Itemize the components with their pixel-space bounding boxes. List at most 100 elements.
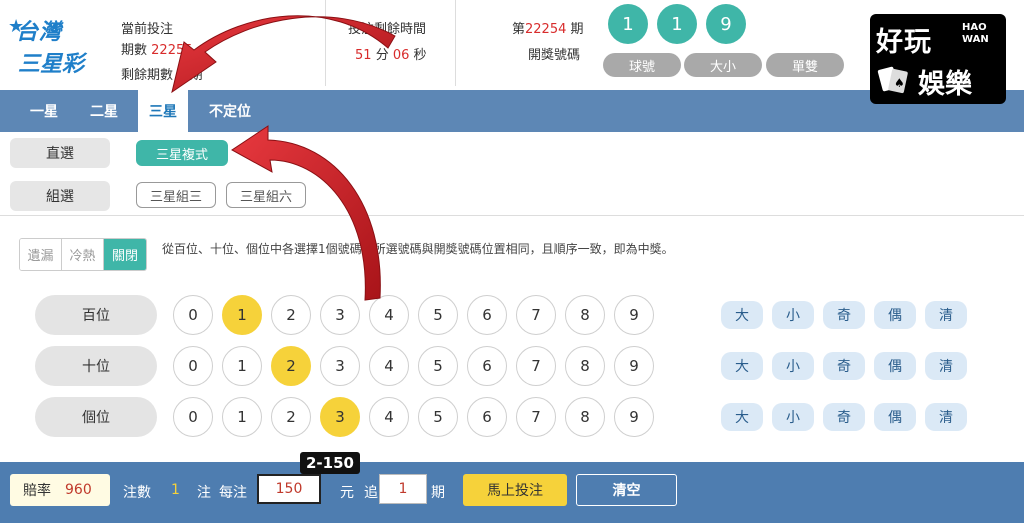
number-ball[interactable]: 7 bbox=[516, 295, 556, 335]
row-label[interactable]: 個位 bbox=[35, 397, 157, 437]
draw-ball: 1 bbox=[657, 4, 697, 44]
chase-periods-input[interactable] bbox=[379, 474, 427, 504]
quick-pick-button[interactable]: 偶 bbox=[874, 301, 916, 329]
remaining-value: 1 bbox=[177, 68, 186, 83]
tab-one-star[interactable]: 一星 bbox=[18, 90, 70, 132]
number-ball[interactable]: 1 bbox=[222, 295, 262, 335]
per-bet-amount-input[interactable] bbox=[257, 474, 321, 504]
number-ball[interactable]: 2 bbox=[271, 295, 311, 335]
quick-pick-button[interactable]: 小 bbox=[772, 301, 814, 329]
three-star-group-six-button[interactable]: 三星組六 bbox=[226, 182, 306, 208]
toggle-missing[interactable]: 遺漏 bbox=[20, 239, 62, 270]
number-ball[interactable]: 1 bbox=[222, 397, 262, 437]
currency-unit: 元 bbox=[340, 485, 354, 501]
logo-line-2: 三星彩 bbox=[18, 52, 85, 77]
draw-prefix: 第 bbox=[512, 22, 526, 37]
number-ball[interactable]: 6 bbox=[467, 346, 507, 386]
bet-bar: 賠率 960 注數 1 注 每注 元 追 期 馬上投注 清空 bbox=[0, 462, 1024, 523]
number-ball[interactable]: 6 bbox=[467, 295, 507, 335]
quick-pick-button[interactable]: 小 bbox=[772, 352, 814, 380]
number-ball[interactable]: 7 bbox=[516, 397, 556, 437]
bet-count-label: 注數 bbox=[123, 485, 151, 501]
playing-cards-icon: ♠ bbox=[877, 66, 908, 94]
draw-label: 開獎號碼 bbox=[528, 48, 581, 63]
three-star-group-three-button[interactable]: 三星組三 bbox=[136, 182, 216, 208]
number-ball[interactable]: 8 bbox=[565, 397, 605, 437]
bet-range-tooltip: 2-150 bbox=[300, 452, 360, 474]
remaining-info: 剩餘期數 1 期 bbox=[121, 64, 203, 83]
svg-text:♠: ♠ bbox=[894, 76, 905, 90]
result-ball-button[interactable]: 球號 bbox=[603, 53, 681, 77]
quick-pick-button[interactable]: 清 bbox=[925, 403, 967, 431]
result-size-button[interactable]: 大小 bbox=[684, 53, 762, 77]
header-divider bbox=[455, 0, 456, 86]
quick-pick-button[interactable]: 奇 bbox=[823, 301, 865, 329]
draw-ball: 9 bbox=[706, 4, 746, 44]
brand-watermark: 好玩 HAO WAN ♠ 娛樂 bbox=[870, 14, 1006, 104]
group-selection-button[interactable]: 組選 bbox=[10, 181, 110, 211]
number-ball[interactable]: 0 bbox=[173, 397, 213, 437]
brand-line-1: 好玩 bbox=[876, 27, 932, 58]
number-ball[interactable]: 7 bbox=[516, 346, 556, 386]
quick-pick-button[interactable]: 偶 bbox=[874, 352, 916, 380]
number-ball[interactable]: 0 bbox=[173, 295, 213, 335]
quick-pick-button[interactable]: 大 bbox=[721, 352, 763, 380]
number-ball[interactable]: 4 bbox=[369, 295, 409, 335]
toggle-off[interactable]: 關閉 bbox=[104, 239, 146, 270]
app-logo[interactable]: ★ 台灣 三星彩 bbox=[8, 8, 100, 84]
rule-hint: 從百位、十位、個位中各選擇1個號碼，所選號碼與開獎號碼位置相同，且順序一致，即為… bbox=[162, 242, 674, 256]
row-label[interactable]: 百位 bbox=[35, 295, 157, 335]
number-ball[interactable]: 0 bbox=[173, 346, 213, 386]
countdown-seconds: 06 bbox=[392, 48, 410, 63]
quick-pick-button[interactable]: 大 bbox=[721, 403, 763, 431]
number-ball[interactable]: 3 bbox=[320, 397, 360, 437]
row-label[interactable]: 十位 bbox=[35, 346, 157, 386]
number-ball[interactable]: 9 bbox=[614, 346, 654, 386]
number-ball[interactable]: 1 bbox=[222, 346, 262, 386]
number-ball[interactable]: 9 bbox=[614, 397, 654, 437]
number-ball[interactable]: 5 bbox=[418, 295, 458, 335]
number-ball[interactable]: 6 bbox=[467, 397, 507, 437]
tab-indefinite[interactable]: 不定位 bbox=[198, 90, 262, 132]
number-ball[interactable]: 2 bbox=[271, 346, 311, 386]
number-ball[interactable]: 3 bbox=[320, 346, 360, 386]
draw-number: 22254 bbox=[525, 22, 567, 37]
number-ball[interactable]: 5 bbox=[418, 346, 458, 386]
quick-pick-button[interactable]: 奇 bbox=[823, 403, 865, 431]
odds-label: 賠率 bbox=[23, 483, 51, 499]
countdown-minutes: 51 bbox=[355, 48, 372, 63]
three-star-compound-button[interactable]: 三星複式 bbox=[136, 140, 228, 166]
period-unit: 期 bbox=[431, 485, 445, 501]
per-bet-label: 每注 bbox=[219, 485, 247, 501]
toggle-hot-cold[interactable]: 冷熱 bbox=[62, 239, 104, 270]
number-ball[interactable]: 5 bbox=[418, 397, 458, 437]
draw-suffix: 期 bbox=[570, 22, 584, 37]
quick-pick-button[interactable]: 清 bbox=[925, 352, 967, 380]
direct-selection-button[interactable]: 直選 bbox=[10, 138, 110, 168]
result-odd-even-button[interactable]: 單雙 bbox=[766, 53, 844, 77]
number-ball[interactable]: 9 bbox=[614, 295, 654, 335]
number-ball[interactable]: 4 bbox=[369, 397, 409, 437]
quick-pick-button[interactable]: 清 bbox=[925, 301, 967, 329]
countdown-label: 投注剩餘時間 bbox=[348, 22, 427, 37]
chase-label: 追 bbox=[364, 485, 378, 501]
number-ball[interactable]: 2 bbox=[271, 397, 311, 437]
number-ball[interactable]: 4 bbox=[369, 346, 409, 386]
tab-two-star[interactable]: 二星 bbox=[78, 90, 130, 132]
number-ball[interactable]: 3 bbox=[320, 295, 360, 335]
tab-three-star[interactable]: 三星 bbox=[138, 90, 188, 132]
odds-box: 賠率 960 bbox=[10, 474, 110, 506]
clear-button[interactable]: 清空 bbox=[576, 474, 677, 506]
place-bet-button[interactable]: 馬上投注 bbox=[463, 474, 567, 506]
countdown-minutes-unit: 分 bbox=[375, 48, 389, 63]
number-ball[interactable]: 8 bbox=[565, 295, 605, 335]
remaining-unit: 期 bbox=[189, 68, 203, 83]
quick-pick-button[interactable]: 小 bbox=[772, 403, 814, 431]
quick-pick-button[interactable]: 奇 bbox=[823, 352, 865, 380]
quick-pick-button[interactable]: 偶 bbox=[874, 403, 916, 431]
draw-period: 第22254 期 bbox=[512, 18, 584, 37]
bet-count-unit: 注 bbox=[197, 485, 211, 501]
quick-pick-button[interactable]: 大 bbox=[721, 301, 763, 329]
number-ball[interactable]: 8 bbox=[565, 346, 605, 386]
period-info: 期數 22255 bbox=[121, 39, 193, 58]
